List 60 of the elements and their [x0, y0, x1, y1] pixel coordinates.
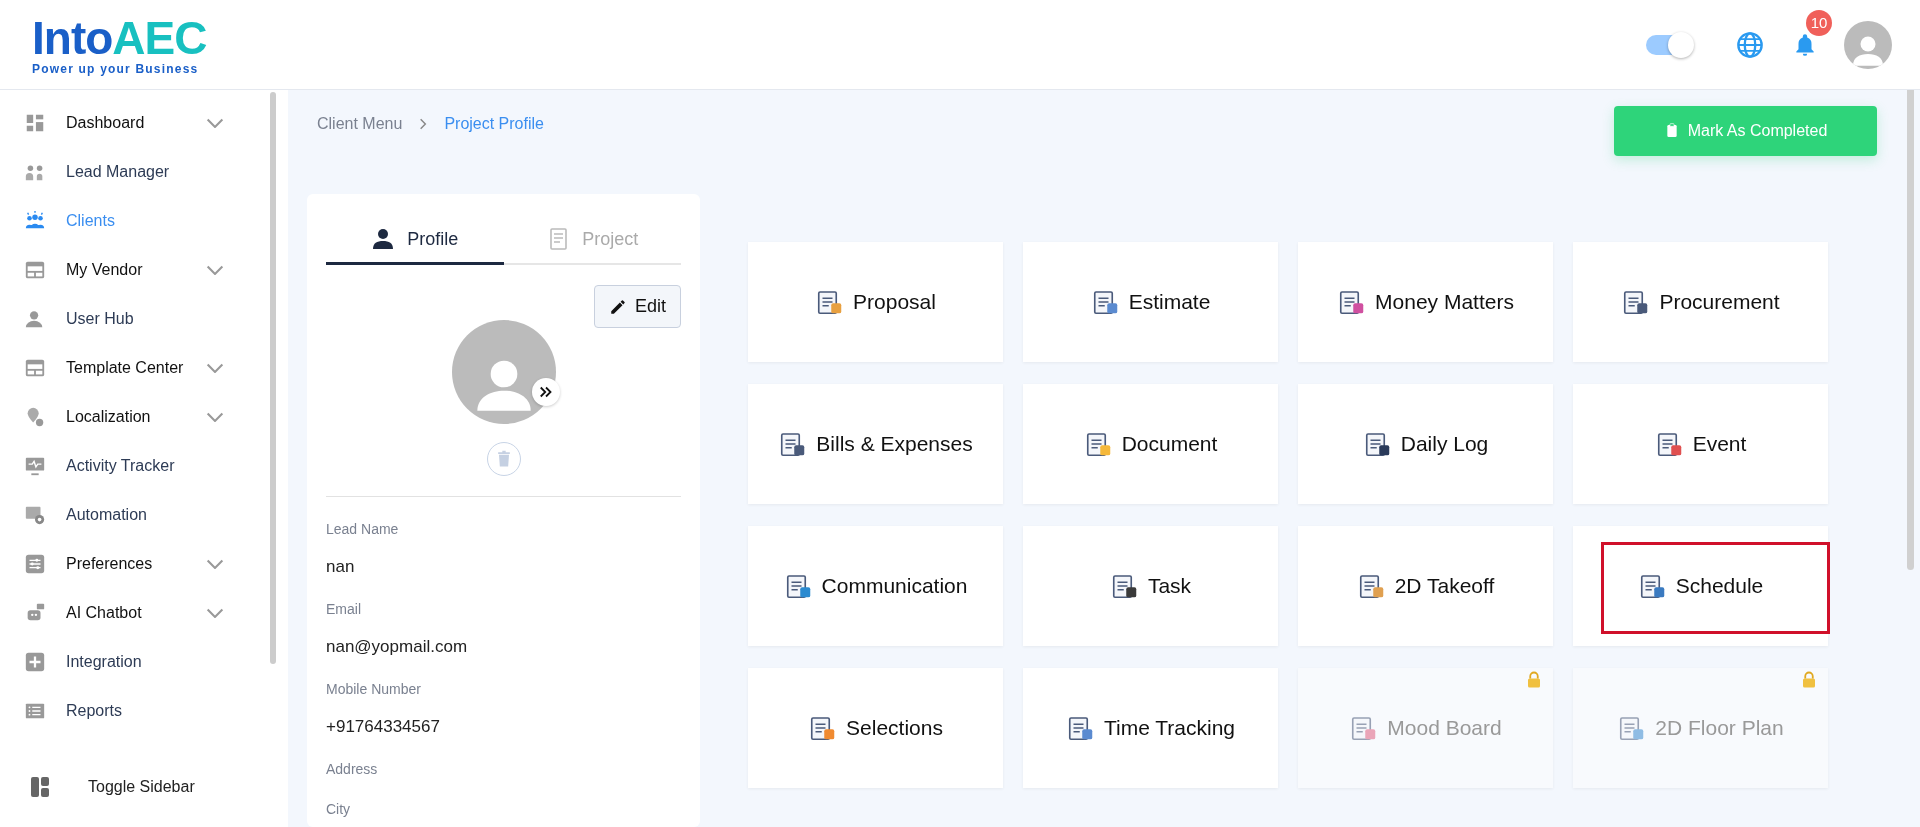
field-label: Mobile Number — [326, 681, 422, 697]
chevron-down-icon — [206, 362, 224, 373]
field-label: Email — [326, 601, 362, 617]
sidebar-item[interactable]: Lead Manager — [24, 147, 244, 196]
scrollbar[interactable] — [270, 92, 276, 664]
field-value: nan@yopmail.com — [326, 637, 469, 657]
module-tile[interactable]: Task — [1023, 526, 1278, 646]
sidebar-item[interactable]: Integration — [24, 637, 244, 686]
sidebar-item[interactable]: Template Center — [24, 343, 244, 392]
breadcrumb-link[interactable]: Client Menu — [317, 115, 403, 133]
field-label: Lead Name — [326, 521, 400, 537]
settings-icon — [24, 552, 46, 575]
field-value: nan — [326, 557, 356, 577]
theme-toggle[interactable] — [1646, 34, 1692, 55]
globe-icon[interactable] — [1736, 30, 1764, 59]
sidebar-item[interactable]: Localization — [24, 392, 244, 441]
notification-badge: 10 — [1806, 9, 1832, 36]
expand-button[interactable] — [531, 378, 560, 406]
profile-tab[interactable]: Profile — [326, 216, 504, 265]
sidebar-item[interactable]: User Hub — [24, 294, 244, 343]
module-tile[interactable]: Event — [1573, 384, 1828, 504]
chevron-down-icon — [206, 117, 224, 128]
lock-icon — [1525, 670, 1543, 690]
module-tile[interactable]: Estimate — [1023, 242, 1278, 362]
lock-icon — [1800, 670, 1818, 690]
module-tile[interactable]: Communication — [748, 526, 1003, 646]
sidebar-item[interactable]: Automation — [24, 490, 244, 539]
pencil-icon — [608, 297, 627, 316]
module-tile[interactable]: Proposal — [748, 242, 1003, 362]
toggle-sidebar-button[interactable]: Toggle Sidebar — [24, 775, 228, 799]
module-tile[interactable]: Daily Log — [1298, 384, 1553, 504]
module-tile[interactable]: Procurement — [1573, 242, 1828, 362]
field-label: City — [326, 801, 352, 817]
module-tile[interactable]: Selections — [748, 668, 1003, 788]
chevron-down-icon — [206, 411, 224, 422]
sidebar-item[interactable]: My Vendor — [24, 245, 244, 294]
logo: IntoAEC Power up your Business — [32, 14, 207, 75]
sidebar-item[interactable]: Activity Tracker — [24, 441, 244, 490]
sidebar-item[interactable]: Dashboard — [24, 98, 244, 147]
module-tile[interactable]: Bills & Expenses — [748, 384, 1003, 504]
field-label: Address — [326, 761, 379, 777]
module-tile[interactable]: Time Tracking — [1023, 668, 1278, 788]
delete-button[interactable] — [486, 442, 521, 476]
chevron-down-icon — [206, 558, 224, 569]
field-value: +91764334567 — [326, 717, 441, 737]
edit-button[interactable]: Edit — [593, 285, 681, 328]
module-tile[interactable]: Money Matters — [1298, 242, 1553, 362]
layout-icon — [28, 775, 52, 799]
person-icon — [371, 227, 396, 251]
module-tile[interactable]: 2D Takeoff — [1298, 526, 1553, 646]
sidebar-item[interactable]: AI Chatbot — [24, 588, 244, 637]
user-avatar[interactable] — [1844, 20, 1892, 69]
chevron-down-icon — [206, 264, 224, 275]
module-tile[interactable]: Schedule — [1573, 526, 1828, 646]
module-tile[interactable]: Document — [1023, 384, 1278, 504]
plus-icon — [24, 650, 46, 673]
scrollbar[interactable] — [1907, 90, 1914, 570]
sidebar-item[interactable]: Reports — [24, 686, 244, 735]
chevron-down-icon — [206, 607, 224, 618]
sidebar-item[interactable]: Preferences — [24, 539, 244, 588]
